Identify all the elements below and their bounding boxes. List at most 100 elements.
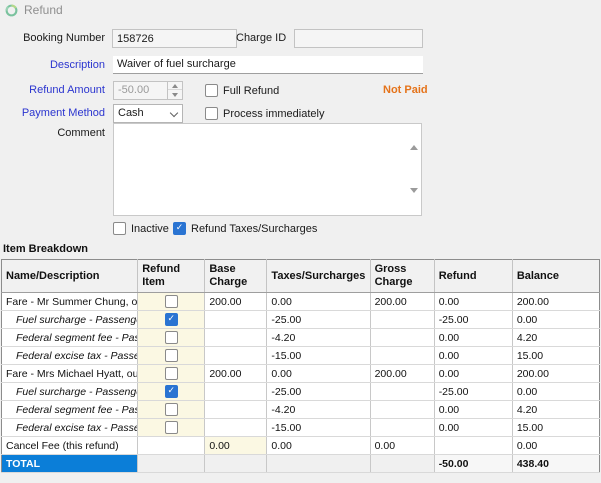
- row-name-cell: Fare - Mr Summer Chung, outgoing: [1, 292, 139, 311]
- total-label-cell: TOTAL: [1, 454, 139, 473]
- refund-item-cell: [137, 418, 206, 437]
- cell-balance: 15.00: [512, 346, 600, 365]
- process-immediately-label: Process immediately: [223, 107, 325, 120]
- refund-taxes-label: Refund Taxes/Surcharges: [191, 222, 318, 235]
- total-balance-cell: 438.40: [512, 454, 600, 473]
- total-refund-item-cell: [137, 454, 206, 473]
- table-row: Federal segment fee - Passengers -4.20 0.0…: [1, 400, 600, 419]
- window-title: Refund: [5, 3, 63, 17]
- table-row: Fare - Mr Summer Chung, outgoing200.000.…: [1, 292, 600, 311]
- cell-base: [204, 328, 268, 347]
- spin-up-button[interactable]: [168, 82, 182, 90]
- cell-base: [204, 400, 268, 419]
- full-refund-checkbox-box[interactable]: [205, 84, 218, 97]
- row-name-cell: Fuel surcharge - Passengers: [1, 310, 139, 329]
- refund-item-cell: [137, 400, 206, 419]
- comment-textarea[interactable]: [113, 123, 422, 216]
- spin-down-button[interactable]: [168, 91, 182, 99]
- refund-taxes-checkbox[interactable]: ✓ Refund Taxes/Surcharges: [173, 222, 317, 235]
- payment-method-select[interactable]: Cash: [113, 104, 183, 123]
- description-input[interactable]: Waiver of fuel surcharge: [113, 56, 423, 74]
- cell-gross: 200.00: [370, 364, 435, 383]
- cell-refund: 0.00: [434, 400, 513, 419]
- scroll-up-icon[interactable]: [410, 128, 418, 150]
- cell-taxes: 0.00: [266, 292, 371, 311]
- col-balance: Balance: [512, 259, 600, 293]
- charge-id-input[interactable]: [294, 29, 423, 48]
- cell-balance: 4.20: [512, 400, 600, 419]
- col-base-charge: Base Charge: [204, 259, 268, 293]
- cell-gross: 0.00: [370, 436, 435, 455]
- description-label: Description: [49, 59, 105, 71]
- inactive-label: Inactive: [131, 222, 169, 235]
- refund-item-checkbox[interactable]: ✓: [164, 313, 178, 326]
- cell-gross: [370, 400, 435, 419]
- row-name-cell: Federal segment fee - Passengers: [1, 328, 139, 347]
- refund-item-checkbox[interactable]: [164, 295, 178, 308]
- cell-refund: 0.00: [434, 292, 513, 311]
- table-row: Federal excise tax - Passengers -15.00 0.0…: [1, 418, 600, 437]
- refund-amount-input[interactable]: -50.00: [113, 81, 183, 100]
- booking-number-input[interactable]: 158726: [112, 29, 237, 48]
- refund-item-checkbox[interactable]: [164, 349, 178, 362]
- total-gross-cell: [370, 454, 435, 473]
- col-name-description: Name/Description: [1, 259, 139, 293]
- cell-base: [204, 382, 268, 401]
- inactive-checkbox[interactable]: Inactive: [113, 222, 169, 235]
- row-name-cell: Fuel surcharge - Passengers: [1, 382, 139, 401]
- table-row: Fuel surcharge - Passengers ✓ -25.00 -25.00…: [1, 310, 600, 329]
- row-name-cell: Cancel Fee (this refund): [1, 436, 139, 455]
- inactive-checkbox-box[interactable]: [113, 222, 126, 235]
- cell-refund: 0.00: [434, 328, 513, 347]
- process-immediately-checkbox[interactable]: Process immediately: [205, 107, 324, 120]
- cell-refund: [434, 436, 513, 455]
- refund-item-cell: [137, 436, 206, 455]
- refund-item-checkbox[interactable]: ✓: [164, 385, 178, 398]
- total-row: TOTAL -50.00 438.40: [1, 454, 600, 473]
- cell-taxes: -25.00: [266, 310, 371, 329]
- total-refund-cell: -50.00: [434, 454, 513, 473]
- refund-item-checkbox[interactable]: [164, 331, 178, 344]
- cell-balance: 0.00: [512, 310, 600, 329]
- refund-item-cell: ✓: [137, 310, 206, 329]
- cell-refund: -25.00: [434, 310, 513, 329]
- comment-label: Comment: [57, 127, 105, 139]
- cell-taxes: -15.00: [266, 346, 371, 365]
- payment-method-label: Payment Method: [21, 107, 105, 119]
- chevron-down-icon: [169, 108, 179, 118]
- full-refund-checkbox[interactable]: Full Refund: [205, 84, 279, 97]
- cell-taxes: -4.20: [266, 328, 371, 347]
- scroll-down-icon[interactable]: [410, 188, 418, 211]
- full-refund-label: Full Refund: [223, 84, 280, 97]
- cell-gross: [370, 418, 435, 437]
- cell-base: 200.00: [204, 292, 268, 311]
- status-badge: Not Paid: [383, 84, 428, 96]
- refund-item-cell: [137, 346, 206, 365]
- table-row: Fare - Mrs Michael Hyatt, outgoing 200.00…: [1, 364, 600, 383]
- refund-item-checkbox[interactable]: [164, 403, 178, 416]
- cell-taxes: 0.00: [266, 436, 371, 455]
- cell-base[interactable]: 0.00: [204, 436, 268, 455]
- refund-item-cell: ✓: [137, 382, 206, 401]
- refund-amount-label: Refund Amount: [29, 84, 105, 96]
- cell-base: [204, 310, 268, 329]
- process-immediately-checkbox-box[interactable]: [205, 107, 218, 120]
- refund-item-checkbox[interactable]: [164, 421, 178, 434]
- row-name-cell: Federal excise tax - Passengers: [1, 346, 139, 365]
- row-name-cell: Fare - Mrs Michael Hyatt, outgoing: [1, 364, 139, 383]
- refund-taxes-checkbox-box[interactable]: ✓: [173, 222, 186, 235]
- cell-balance: 200.00: [512, 364, 600, 383]
- total-taxes-cell: [266, 454, 371, 473]
- cell-gross: [370, 310, 435, 329]
- cell-taxes: -25.00: [266, 382, 371, 401]
- refund-item-cell: [137, 292, 206, 311]
- cell-gross: [370, 328, 435, 347]
- cell-base: [204, 346, 268, 365]
- col-refund: Refund: [434, 259, 513, 293]
- cell-balance: 200.00: [512, 292, 600, 311]
- cell-balance: 4.20: [512, 328, 600, 347]
- cell-taxes: -15.00: [266, 418, 371, 437]
- refund-item-checkbox[interactable]: [164, 367, 178, 380]
- item-breakdown-table: Name/Description Refund Item Base Charge…: [1, 259, 600, 473]
- cell-base: [204, 418, 268, 437]
